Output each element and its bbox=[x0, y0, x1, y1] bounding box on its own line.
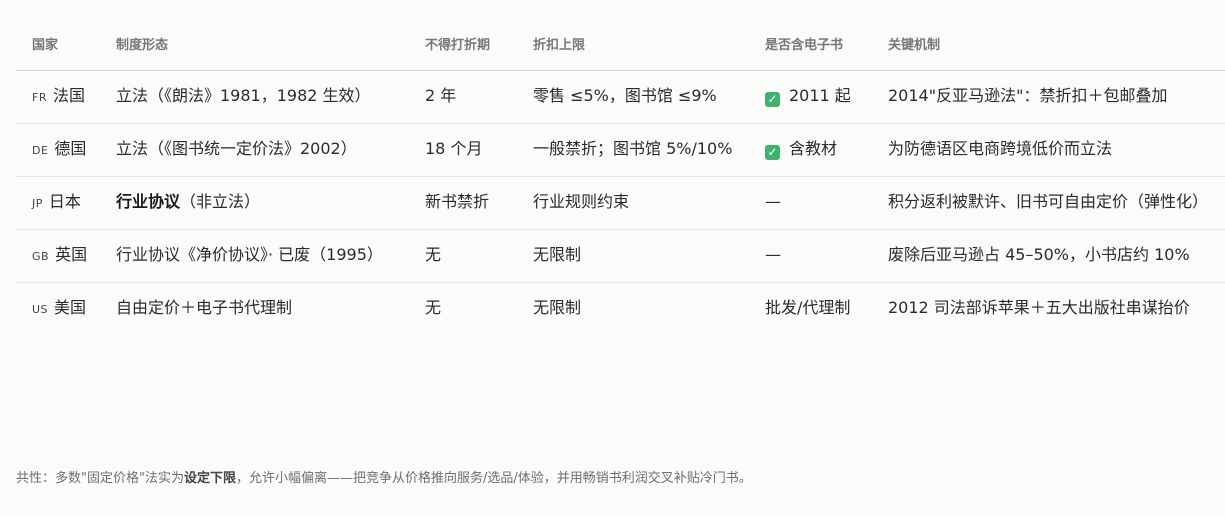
table-header-row: 国家 制度形态 不得打折期 折扣上限 是否含电子书 关键机制 bbox=[16, 22, 1225, 71]
header-country: 国家 bbox=[16, 22, 100, 71]
cell-country: FR 法国 bbox=[16, 70, 100, 124]
cell-cap: 无限制 bbox=[533, 298, 582, 317]
ebook-text: 2011 起 bbox=[789, 86, 851, 105]
check-mark-icon: ✓ bbox=[765, 92, 780, 107]
cell-system: 立法（《朗法》1981，1982 生效） bbox=[100, 70, 409, 124]
country-code: US bbox=[32, 303, 49, 316]
footnote-suffix: ，允许小幅偏离——把竞争从价格推向服务/选品/体验，并用畅销书利润交叉补贴冷门书… bbox=[235, 471, 752, 486]
cell-cap: 无限制 bbox=[517, 229, 749, 283]
policy-comparison-table: 国家 制度形态 不得打折期 折扣上限 是否含电子书 关键机制 FR 法国 立法（《朗… bbox=[16, 22, 1225, 335]
country-name: 日本 bbox=[48, 192, 81, 211]
cell-ebook: 批发/代理制 bbox=[749, 283, 872, 336]
system-text: 行业协议《净价协议》· 已废（1995） bbox=[116, 245, 383, 264]
country-code: JP bbox=[32, 197, 43, 210]
footnote: 共性：多数"固定价格"法实为设定下限，允许小幅偏离——把竞争从价格推向服务/选品… bbox=[16, 469, 752, 489]
ebook-text: 批发/代理制 bbox=[765, 298, 851, 317]
cell-cap: 零售 ≤5%，图书馆 ≤9% bbox=[517, 70, 749, 124]
cell-period: 2 年 bbox=[409, 70, 517, 124]
check-mark-icon: ✓ bbox=[765, 145, 780, 160]
header-discount-cap: 折扣上限 bbox=[517, 22, 749, 71]
country-code: FR bbox=[32, 91, 47, 104]
cell-mechanism: 为防德语区电商跨境低价而立法 bbox=[872, 123, 1225, 177]
cell-period: 无 bbox=[425, 298, 442, 317]
cell-system: 行业协议（非立法） bbox=[100, 176, 409, 230]
system-text: 立法（《图书统一定价法》2002） bbox=[116, 139, 357, 158]
header-key-mechanism: 关键机制 bbox=[872, 22, 1225, 71]
cell-mechanism: 2014"反亚马逊法"：禁折扣＋包邮叠加 bbox=[872, 70, 1225, 124]
cell-country: US 美国 bbox=[16, 283, 100, 336]
system-bold: 行业协议 bbox=[116, 192, 181, 211]
country-name: 法国 bbox=[52, 86, 85, 105]
footnote-bold: 设定下限 bbox=[183, 471, 236, 486]
cell-cap: 一般禁折；图书馆 5%/10% bbox=[517, 123, 749, 177]
cell-ebook: ✓ 2011 起 bbox=[749, 70, 872, 124]
cell-cap: 行业规则约束 bbox=[517, 176, 749, 230]
table-row: GB 英国 行业协议《净价协议》· 已废（1995） 无无限制 — 废除后亚马逊占 45–… bbox=[16, 229, 1225, 283]
cell-period: 新书禁折 bbox=[409, 176, 517, 230]
cell-system: 行业协议《净价协议》· 已废（1995） bbox=[100, 229, 409, 283]
table-row: JP 日本 行业协议（非立法） 新书禁折 行业规则约束 — 积分返利被默许、旧书可自由定价（… bbox=[16, 176, 1225, 230]
cell-period: 18 个月 bbox=[409, 123, 517, 177]
cell-mechanism: 废除后亚马逊占 45–50%，小书店约 10% bbox=[872, 229, 1225, 283]
cell-mechanism: 2012 司法部诉苹果＋五大出版社串谋抬价 bbox=[888, 298, 1190, 317]
system-text: 自由定价＋电子书代理制 bbox=[116, 298, 293, 317]
cell-system: 立法（《图书统一定价法》2002） bbox=[100, 123, 409, 177]
cell-period: 无 bbox=[409, 229, 517, 283]
header-no-discount-period: 不得打折期 bbox=[409, 22, 517, 71]
cell-country: JP 日本 bbox=[16, 176, 100, 230]
country-code: DE bbox=[32, 144, 49, 157]
cell-country: GB 英国 bbox=[16, 229, 100, 283]
cell-mechanism: 积分返利被默许、旧书可自由定价（弹性化） bbox=[872, 176, 1225, 230]
header-includes-ebook: 是否含电子书 bbox=[749, 22, 872, 71]
header-system: 制度形态 bbox=[100, 22, 409, 71]
cell-ebook: — bbox=[749, 176, 872, 230]
system-text: （非立法） bbox=[180, 192, 261, 211]
cell-ebook: ✓ 含教材 bbox=[749, 123, 872, 177]
cell-ebook: — bbox=[749, 229, 872, 283]
cell-system: 自由定价＋电子书代理制 bbox=[100, 283, 409, 336]
country-code: GB bbox=[32, 250, 50, 263]
country-name: 德国 bbox=[54, 139, 87, 158]
ebook-text: 含教材 bbox=[789, 139, 838, 158]
country-name: 美国 bbox=[54, 298, 87, 317]
table-row: US 美国 自由定价＋电子书代理制 无 无限制 批发/代理制 2012 司法部诉苹果＋五大出… bbox=[16, 283, 1225, 336]
table-row: DE 德国 立法（《图书统一定价法》2002） 18 个月 一般禁折；图书馆 5%/10… bbox=[16, 123, 1225, 177]
system-text: 立法（《朗法》1981，1982 生效） bbox=[116, 86, 371, 105]
country-name: 英国 bbox=[55, 245, 88, 264]
ebook-text: — bbox=[765, 245, 781, 264]
table-row: FR 法国 立法（《朗法》1981，1982 生效） 2 年零售 ≤5%，图书馆 ≤9… bbox=[16, 70, 1225, 124]
ebook-text: — bbox=[765, 192, 781, 211]
footnote-prefix: 共性：多数"固定价格"法实为 bbox=[16, 471, 184, 486]
cell-country: DE 德国 bbox=[16, 123, 100, 177]
